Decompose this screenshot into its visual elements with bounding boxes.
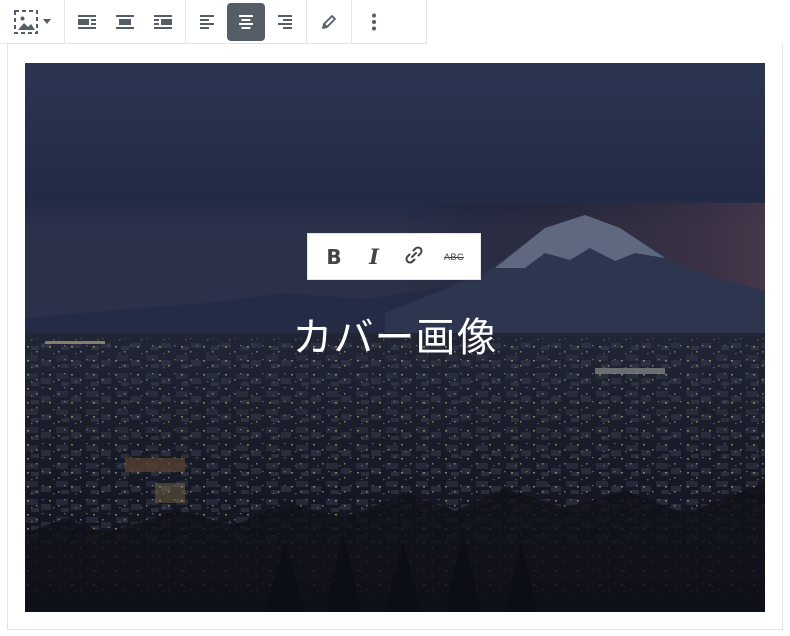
text-align-right-icon xyxy=(274,12,294,32)
block-toolbar xyxy=(0,0,427,44)
block-alignment-group xyxy=(65,0,186,44)
edit-image-button[interactable] xyxy=(310,3,348,41)
italic-button[interactable]: I xyxy=(356,239,392,275)
pencil-icon xyxy=(319,12,339,32)
format-toolbar: B I ABC xyxy=(307,233,481,280)
more-group xyxy=(352,0,396,44)
align-center-wrap-icon xyxy=(115,12,135,32)
text-align-center-icon xyxy=(236,12,256,32)
block-switcher-group xyxy=(0,0,65,44)
edit-group xyxy=(307,0,352,44)
align-right-wrap-button[interactable] xyxy=(144,3,182,41)
align-right-wrap-icon xyxy=(153,12,173,32)
cover-image-icon xyxy=(13,9,39,35)
text-align-center-button[interactable] xyxy=(227,3,265,41)
cover-title[interactable]: カバー画像 xyxy=(25,310,765,366)
strikethrough-label: ABC xyxy=(443,251,464,262)
text-align-left-button[interactable] xyxy=(189,3,227,41)
more-options-button[interactable] xyxy=(355,3,393,41)
more-vertical-icon xyxy=(364,12,384,32)
text-alignment-group xyxy=(186,0,307,44)
align-left-wrap-button[interactable] xyxy=(68,3,106,41)
align-center-wrap-button[interactable] xyxy=(106,3,144,41)
bold-button[interactable]: B xyxy=(316,239,352,275)
align-left-wrap-icon xyxy=(77,12,97,32)
italic-label: I xyxy=(369,244,379,269)
text-align-right-button[interactable] xyxy=(265,3,303,41)
chevron-down-icon xyxy=(43,19,51,25)
text-align-left-icon xyxy=(198,12,218,32)
strikethrough-button[interactable]: ABC xyxy=(436,239,472,275)
bold-label: B xyxy=(326,244,342,269)
block-switcher-button[interactable] xyxy=(3,3,61,41)
link-button[interactable] xyxy=(396,239,432,275)
link-icon xyxy=(403,244,425,270)
